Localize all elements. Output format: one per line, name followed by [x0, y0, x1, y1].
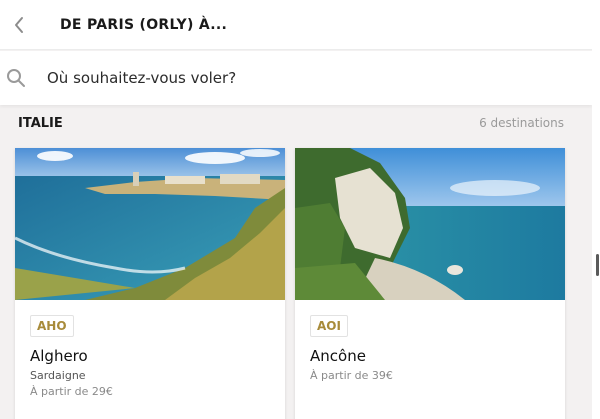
- window-edge: [592, 0, 600, 419]
- destination-photo: [15, 148, 285, 300]
- search-input[interactable]: [47, 63, 527, 93]
- section-header: ITALIE 6 destinations: [18, 116, 564, 131]
- section-title: ITALIE: [18, 116, 63, 131]
- search-bar: [0, 51, 592, 105]
- destination-price: À partir de 29€: [30, 385, 113, 398]
- scrollbar-thumb[interactable]: [596, 254, 599, 276]
- search-icon: [2, 64, 30, 92]
- destination-price: À partir de 39€: [310, 369, 393, 382]
- destination-card-ancone[interactable]: AOI Ancône À partir de 39€: [295, 148, 565, 419]
- destination-region: Sardaigne: [30, 369, 86, 382]
- airport-code-badge: AHO: [30, 315, 74, 337]
- app-screen: DE PARIS (ORLY) À... ITALIE 6 destinatio…: [0, 0, 592, 419]
- back-button[interactable]: [4, 0, 34, 50]
- destination-card-alghero[interactable]: AHO Alghero Sardaigne À partir de 29€: [15, 148, 285, 419]
- page-title: DE PARIS (ORLY) À...: [60, 16, 228, 33]
- airport-code-badge: AOI: [310, 315, 348, 337]
- destination-city: Ancône: [310, 347, 366, 365]
- destination-count: 6 destinations: [479, 116, 564, 130]
- chevron-left-icon: [15, 16, 23, 33]
- destination-city: Alghero: [30, 347, 88, 365]
- header-bar: DE PARIS (ORLY) À...: [0, 0, 592, 50]
- destination-photo: [295, 148, 565, 300]
